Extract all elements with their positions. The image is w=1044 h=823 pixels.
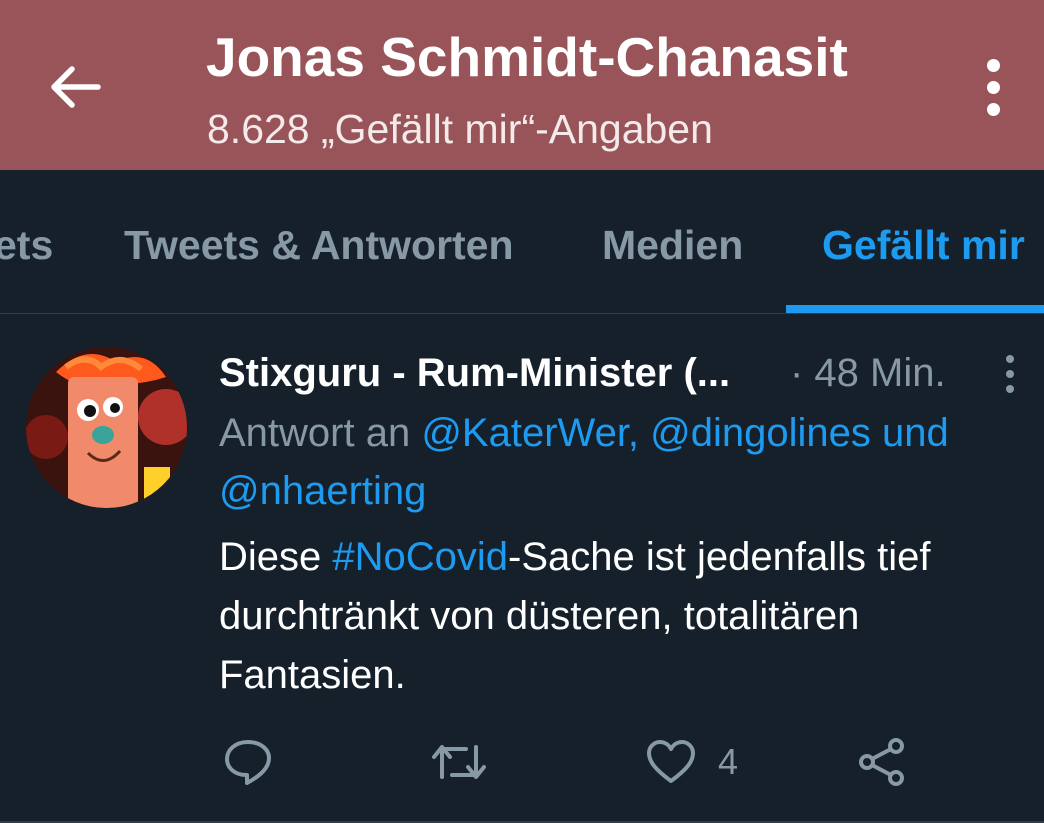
more-dot bbox=[986, 103, 1000, 116]
profile-tabs: ets Tweets & Antworten Medien Gefällt mi… bbox=[0, 170, 1044, 313]
reply-button[interactable] bbox=[222, 732, 274, 792]
profile-name: Jonas Schmidt-Chanasit bbox=[206, 26, 848, 88]
tab-media[interactable]: Medien bbox=[602, 220, 743, 270]
more-vertical-icon bbox=[986, 59, 1000, 72]
retweet-button[interactable] bbox=[428, 732, 490, 792]
arrow-left-icon bbox=[51, 66, 101, 108]
share-button[interactable] bbox=[858, 732, 906, 792]
tweet-text: Diese #NoCovid-Sache ist jedenfalls tief… bbox=[219, 528, 1039, 705]
more-dot bbox=[986, 81, 1000, 94]
tab-likes[interactable]: Gefällt mir bbox=[822, 220, 1025, 270]
hashtag-link[interactable]: #NoCovid bbox=[332, 535, 508, 579]
tweet-timestamp: · 48 Min. bbox=[790, 351, 946, 395]
tweet-author-name[interactable]: Stixguru - Rum-Minister (... bbox=[219, 348, 730, 398]
like-icon bbox=[647, 740, 695, 783]
back-button[interactable] bbox=[30, 47, 120, 127]
more-dot bbox=[1006, 370, 1014, 378]
tab-tweets-and-replies[interactable]: Tweets & Antworten bbox=[124, 220, 514, 270]
likes-count-subtitle: 8.628 „Gefällt mir“-Angaben bbox=[207, 106, 713, 152]
active-tab-indicator bbox=[786, 305, 1044, 313]
more-dot bbox=[1006, 385, 1014, 393]
reply-context: Antwort an @KaterWer, @dingolines und @n… bbox=[219, 404, 1039, 520]
profile-header: Jonas Schmidt-Chanasit 8.628 „Gefällt mi… bbox=[0, 0, 1044, 170]
more-vertical-icon bbox=[1006, 355, 1014, 363]
share-icon bbox=[859, 738, 904, 786]
avatar[interactable] bbox=[26, 347, 187, 508]
tweet-text-start: Diese bbox=[219, 535, 333, 579]
retweet-icon bbox=[432, 745, 486, 779]
more-options-button[interactable] bbox=[958, 50, 1028, 125]
like-button[interactable]: 4 bbox=[646, 732, 738, 792]
tab-tweets[interactable]: ets bbox=[0, 220, 53, 270]
tweet-item[interactable]: Stixguru - Rum-Minister (... · 48 Min. A… bbox=[0, 314, 1044, 823]
reply-icon bbox=[225, 740, 271, 785]
tweet-more-button[interactable] bbox=[992, 344, 1028, 404]
reply-prefix: Antwort an bbox=[219, 411, 422, 455]
like-count: 4 bbox=[718, 741, 739, 782]
avatar-image bbox=[26, 347, 187, 508]
